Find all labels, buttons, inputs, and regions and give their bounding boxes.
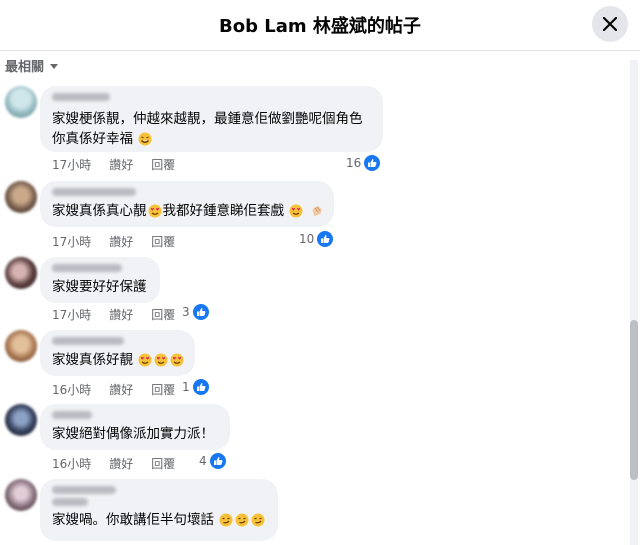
reply-button[interactable]: 回覆	[151, 233, 175, 250]
post-title: Bob Lam 林盛斌的帖子	[219, 16, 421, 37]
like-reaction-icon	[317, 231, 334, 247]
comment-actions: 17小時 讚好 回覆	[52, 156, 175, 173]
like-reaction-icon	[209, 453, 226, 469]
close-button[interactable]	[592, 6, 628, 42]
reply-button[interactable]: 回覆	[151, 455, 175, 472]
like-button[interactable]: 讚好	[109, 306, 133, 323]
avatar[interactable]	[5, 404, 37, 436]
comment-actions: 16小時 讚好 回覆	[52, 381, 175, 398]
heart-eyes-emoji-icon	[170, 353, 184, 367]
author-name-blurred[interactable]	[52, 486, 116, 494]
reply-button[interactable]: 回覆	[151, 306, 175, 323]
timestamp[interactable]: 16小時	[52, 381, 91, 398]
like-reaction-icon	[192, 379, 209, 395]
author-name-blurred[interactable]	[52, 411, 92, 419]
reply-button[interactable]: 回覆	[151, 381, 175, 398]
author-name-blurred[interactable]	[52, 264, 122, 272]
scrollbar-thumb[interactable]	[630, 320, 638, 480]
comment-text: 家嫂真係真心靚 我都好鍾意睇佢套戲	[52, 201, 322, 221]
rofl-emoji-icon	[138, 132, 152, 146]
author-name-blurred[interactable]	[52, 337, 124, 345]
like-reaction-icon	[364, 155, 381, 171]
comment-text: 家嫂梗係靚，仲越來越靚，最鍾意佢做劉艷呢個角色	[52, 111, 363, 127]
comment-bubble: 家嫂梗係靚，仲越來越靚，最鍾意佢做劉艷呢個角色 你真係好幸福	[40, 86, 383, 152]
reaction-count[interactable]: 10	[299, 231, 334, 247]
sort-label: 最相關	[5, 60, 45, 75]
timestamp[interactable]: 16小時	[52, 455, 91, 472]
smirk-emoji-icon	[251, 513, 265, 527]
comment-bubble: 家嫂喎。你敢講佢半句壞話	[40, 479, 278, 541]
comment-actions: 17小時 讚好 回覆	[52, 233, 175, 250]
avatar[interactable]	[5, 257, 37, 289]
author-name-blurred	[52, 498, 88, 506]
comment-bubble: 家嫂絕對偶像派加實力派！	[40, 404, 230, 450]
author-name-blurred[interactable]	[52, 188, 136, 196]
timestamp[interactable]: 17小時	[52, 156, 91, 173]
avatar[interactable]	[5, 86, 37, 118]
avatar[interactable]	[5, 479, 37, 511]
comment-text: 家嫂真係好靚	[52, 350, 184, 370]
like-button[interactable]: 讚好	[109, 156, 133, 173]
comment-bubble: 家嫂真係真心靚 我都好鍾意睇佢套戲	[40, 181, 334, 227]
comment-actions: 17小時 讚好 回覆	[52, 306, 175, 323]
heart-eyes-emoji-icon	[148, 204, 161, 218]
comment-text: 家嫂要好好保護	[52, 279, 147, 295]
comment-text: 家嫂絕對偶像派加實力派！	[52, 426, 214, 442]
reaction-count[interactable]: 4	[199, 453, 226, 469]
chevron-down-icon	[50, 64, 59, 69]
close-icon	[603, 17, 617, 31]
reaction-count[interactable]: 1	[182, 379, 209, 395]
comment-bubble: 家嫂真係好靚	[40, 330, 195, 376]
smirk-emoji-icon	[219, 513, 233, 527]
like-button[interactable]: 讚好	[109, 455, 133, 472]
reaction-count[interactable]: 3	[182, 304, 209, 320]
heart-eyes-emoji-icon	[154, 353, 168, 367]
reply-button[interactable]: 回覆	[151, 156, 175, 173]
author-name-blurred[interactable]	[52, 93, 110, 101]
comment-actions: 16小時 讚好 回覆	[52, 455, 175, 472]
sort-dropdown[interactable]: 最相關	[5, 56, 59, 75]
like-button[interactable]: 讚好	[109, 233, 133, 250]
timestamp[interactable]: 17小時	[52, 233, 91, 250]
heart-eyes-emoji-icon	[138, 353, 152, 367]
comment-bubble: 家嫂要好好保護	[40, 257, 160, 303]
avatar[interactable]	[5, 181, 37, 213]
clap-emoji-icon	[312, 206, 322, 216]
reaction-count[interactable]: 16	[346, 155, 381, 171]
like-reaction-icon	[192, 304, 209, 320]
smirk-emoji-icon	[235, 513, 249, 527]
comment-text-line: 你真係好幸福	[52, 129, 371, 149]
comment-text: 家嫂喎。你敢講佢半句壞話	[52, 510, 266, 530]
like-button[interactable]: 讚好	[109, 381, 133, 398]
avatar[interactable]	[5, 330, 37, 362]
timestamp[interactable]: 17小時	[52, 306, 91, 323]
heart-eyes-emoji-icon	[289, 204, 303, 218]
dialog-header: Bob Lam 林盛斌的帖子	[0, 0, 640, 51]
